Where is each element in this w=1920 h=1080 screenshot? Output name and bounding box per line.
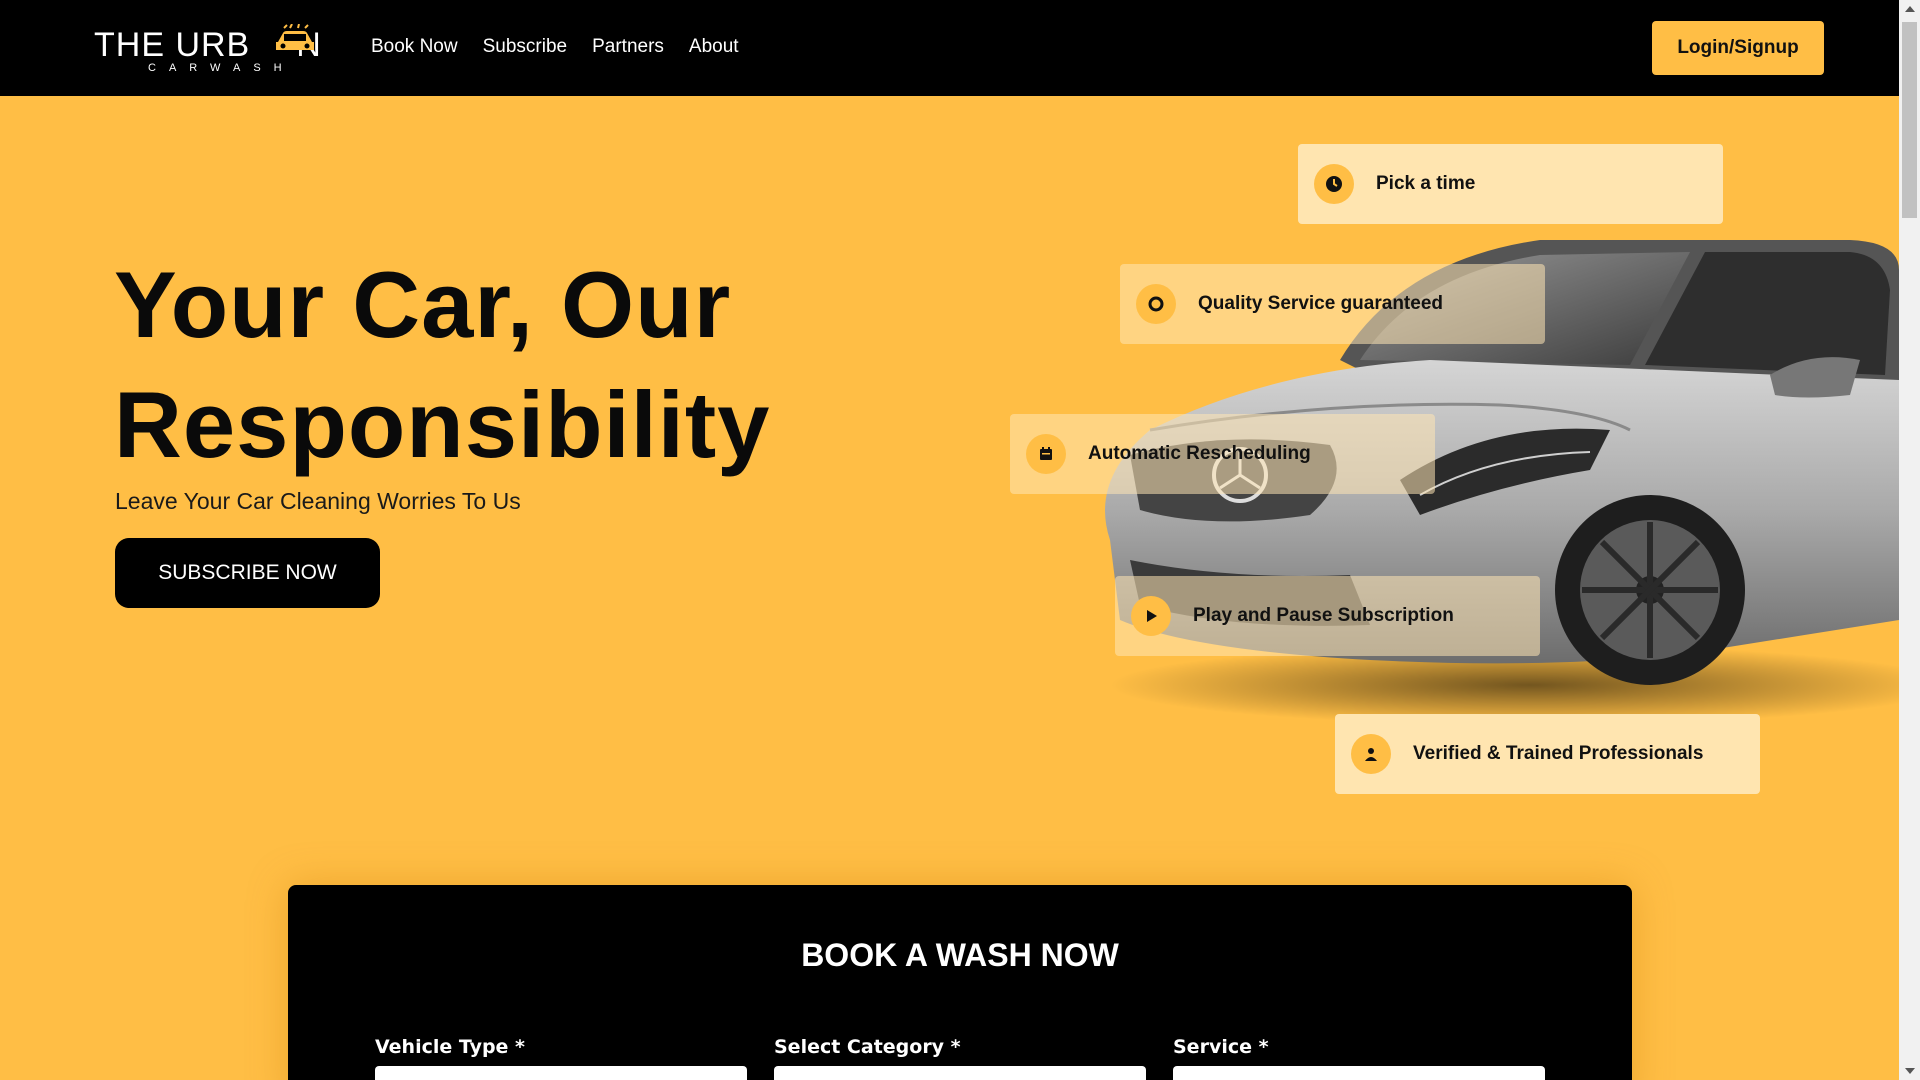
hero-title: Your Car, Our Responsibility (114, 245, 894, 485)
login-signup-button[interactable]: Login/Signup (1652, 21, 1824, 75)
nav-subscribe[interactable]: Subscribe (483, 36, 568, 58)
feature-label: Pick a time (1376, 173, 1476, 194)
vehicle-type-label: Vehicle Type * (375, 1036, 525, 1058)
vehicle-type-select[interactable] (375, 1066, 747, 1080)
service-label: Service * (1173, 1036, 1269, 1058)
top-navbar: THE URBN CARWASH Book Now Subscribe Part… (0, 0, 1899, 96)
scroll-up-icon[interactable] (1905, 6, 1915, 12)
calendar-icon (1026, 434, 1066, 474)
brand-tagline: CARWASH (148, 62, 295, 74)
subscribe-now-button[interactable]: SUBSCRIBE NOW (115, 538, 380, 608)
feature-card-quality: Quality Service guaranteed (1120, 264, 1545, 344)
scrollbar-thumb[interactable] (1902, 22, 1917, 218)
quality-badge-icon (1136, 284, 1176, 324)
booking-title: BOOK A WASH NOW (801, 937, 1119, 973)
person-icon (1351, 734, 1391, 774)
hero-subtitle: Leave Your Car Cleaning Worries To Us (115, 488, 521, 514)
page-scrollbar[interactable] (1899, 0, 1920, 1080)
nav-book-now[interactable]: Book Now (371, 36, 458, 58)
feature-label: Play and Pause Subscription (1193, 605, 1454, 626)
car-logo-icon (276, 24, 314, 50)
feature-card-professionals: Verified & Trained Professionals (1335, 714, 1760, 794)
category-label: Select Category * (774, 1036, 961, 1058)
play-icon (1131, 596, 1171, 636)
feature-card-rescheduling: Automatic Rescheduling (1010, 414, 1435, 494)
feature-label: Verified & Trained Professionals (1413, 743, 1704, 764)
booking-panel: BOOK A WASH NOW Vehicle Type * Select Ca… (288, 885, 1632, 1080)
feature-card-pick-time: Pick a time (1298, 144, 1723, 224)
feature-label: Automatic Rescheduling (1088, 443, 1311, 464)
nav-partners[interactable]: Partners (592, 36, 664, 58)
nav-about[interactable]: About (689, 36, 739, 58)
nav-links: Book Now Subscribe Partners About (371, 36, 739, 58)
category-select[interactable] (774, 1066, 1146, 1080)
hero-title-line2: Responsibility (114, 372, 771, 477)
hero-title-line1: Your Car, Our (114, 252, 732, 357)
feature-card-play-pause: Play and Pause Subscription (1115, 576, 1540, 656)
feature-label: Quality Service guaranteed (1198, 293, 1443, 314)
scroll-down-icon[interactable] (1905, 1068, 1915, 1074)
clock-icon (1314, 164, 1354, 204)
service-select[interactable] (1173, 1066, 1545, 1080)
brand-logo[interactable]: THE URBN CARWASH (94, 18, 348, 78)
